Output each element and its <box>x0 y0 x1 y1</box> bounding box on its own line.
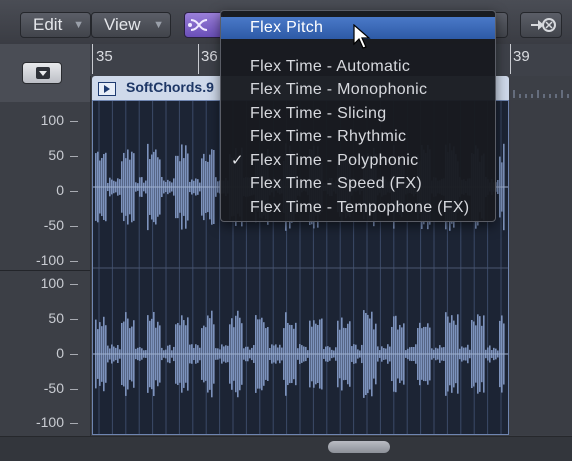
horizontal-scrollbar[interactable] <box>0 436 572 461</box>
audio-region-icon <box>98 82 116 96</box>
disclosure-button[interactable] <box>22 62 62 84</box>
ruler-tick <box>92 44 93 74</box>
amplitude-label: -100 <box>35 252 64 268</box>
view-menu-label: View <box>104 15 141 34</box>
view-menu-button[interactable]: View ▼ <box>91 12 171 38</box>
menu-item-label: Flex Time - Slicing <box>250 105 387 122</box>
menu-item-flex-time-polyphonic[interactable]: ✓ Flex Time - Polyphonic <box>221 150 495 172</box>
menu-item-label: Flex Time - Tempophone (FX) <box>250 199 470 216</box>
region-name: SoftChords.9 <box>126 79 214 95</box>
catch-playhead-button[interactable] <box>520 12 562 38</box>
checkmark-icon: ✓ <box>231 152 244 169</box>
amplitude-label: -100 <box>35 414 64 430</box>
menu-item-label: Flex Time - Monophonic <box>250 81 428 98</box>
region-ruler-ticks <box>513 90 569 98</box>
amplitude-label: -50 <box>43 380 64 396</box>
amplitude-label: 100 <box>40 275 64 291</box>
menu-item-label: Flex Pitch <box>250 19 324 36</box>
chevron-down-icon: ▼ <box>153 19 164 31</box>
ruler-tick <box>510 44 511 74</box>
amplitude-label: 0 <box>56 182 64 198</box>
flex-icon <box>188 19 208 31</box>
amplitude-tick <box>70 191 78 192</box>
app-window: Edit ▼ View ▼ 35 36 39 100 50 0 -50 -100… <box>0 0 572 461</box>
menu-item-flex-time-speed[interactable]: Flex Time - Speed (FX) <box>221 173 495 195</box>
ruler-bar-number: 36 <box>201 48 218 65</box>
menu-item-flex-time-tempophone[interactable]: Flex Time - Tempophone (FX) <box>221 197 495 219</box>
amplitude-tick <box>70 319 78 320</box>
scrollbar-thumb[interactable] <box>328 441 390 453</box>
menu-item-label: Flex Time - Rhythmic <box>250 128 407 145</box>
menu-item-label: Flex Time - Speed (FX) <box>250 175 422 192</box>
amplitude-label: 100 <box>40 112 64 128</box>
amplitude-tick <box>70 156 78 157</box>
amplitude-tick <box>70 423 78 424</box>
pointer-cursor-icon <box>353 24 371 49</box>
ruler-bar-number: 35 <box>96 48 113 65</box>
amplitude-label: 50 <box>48 310 64 326</box>
amplitude-label: 50 <box>48 147 64 163</box>
ruler-bar-number: 39 <box>513 48 530 65</box>
channel-divider <box>0 270 90 271</box>
menu-item-flex-time-slicing[interactable]: Flex Time - Slicing <box>221 103 495 125</box>
ruler-tick <box>198 44 199 74</box>
amplitude-label: -50 <box>43 217 64 233</box>
amplitude-tick <box>70 354 78 355</box>
amplitude-tick <box>70 261 78 262</box>
chevron-down-icon: ▼ <box>73 19 84 31</box>
edit-menu-button[interactable]: Edit ▼ <box>20 12 91 38</box>
menu-item-flex-time-monophonic[interactable]: Flex Time - Monophonic <box>221 79 495 101</box>
menu-item-flex-time-automatic[interactable]: Flex Time - Automatic <box>221 56 495 78</box>
menu-item-flex-time-rhythmic[interactable]: Flex Time - Rhythmic <box>221 126 495 148</box>
amplitude-tick <box>70 389 78 390</box>
disclosure-icon <box>36 67 50 79</box>
amplitude-label: 0 <box>56 345 64 361</box>
catch-playhead-icon <box>531 18 556 32</box>
menu-item-label: Flex Time - Polyphonic <box>250 152 419 169</box>
amplitude-tick <box>70 284 78 285</box>
amplitude-tick <box>70 121 78 122</box>
flex-mode-button[interactable] <box>184 12 224 38</box>
amplitude-tick <box>70 226 78 227</box>
edit-menu-label: Edit <box>33 15 63 34</box>
menu-item-label: Flex Time - Automatic <box>250 58 411 75</box>
empty-track-area[interactable] <box>509 100 572 435</box>
